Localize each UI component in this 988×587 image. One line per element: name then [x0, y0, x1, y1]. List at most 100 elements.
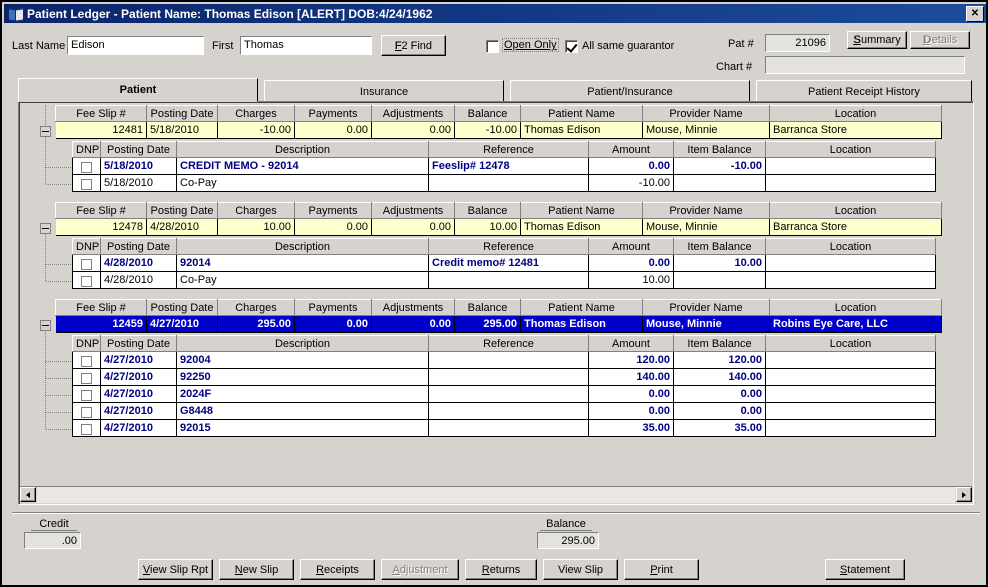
detail-column-header[interactable]: Posting Date	[100, 141, 177, 158]
detail-row[interactable]: 4/27/2010 92004 120.00 120.00	[72, 351, 936, 369]
detail-column-header[interactable]: Reference	[428, 335, 589, 352]
dnp-checkbox[interactable]	[81, 178, 92, 190]
master-column-header[interactable]: Charges	[217, 105, 295, 122]
master-cell-posting-date: 4/28/2010	[146, 218, 218, 236]
master-column-header[interactable]: Posting Date	[146, 299, 218, 316]
master-column-header[interactable]: Charges	[217, 299, 295, 316]
view-slip-button[interactable]: View Slip	[543, 559, 618, 580]
master-column-header[interactable]: Patient Name	[520, 202, 643, 219]
detail-column-header[interactable]: Posting Date	[100, 238, 177, 255]
dnp-checkbox[interactable]	[81, 406, 92, 418]
master-column-header[interactable]: Location	[769, 105, 942, 122]
master-column-header[interactable]: Adjustments	[371, 299, 455, 316]
summary-button[interactable]: S Summary	[847, 31, 907, 49]
dnp-checkbox[interactable]	[81, 355, 92, 367]
detail-column-header[interactable]: Description	[176, 141, 429, 158]
returns-button[interactable]: Returns	[465, 559, 537, 580]
tab-patient-receipt-history[interactable]: Patient Receipt History	[756, 80, 972, 102]
scroll-left-icon[interactable]	[20, 487, 36, 502]
statement-button[interactable]: Statement	[825, 559, 905, 580]
master-column-header[interactable]: Patient Name	[520, 105, 643, 122]
master-column-header[interactable]: Location	[769, 299, 942, 316]
master-column-header[interactable]: Location	[769, 202, 942, 219]
detail-column-header[interactable]: Item Balance	[673, 238, 766, 255]
receipts-button[interactable]: Receipts	[300, 559, 375, 580]
detail-column-header[interactable]: Description	[176, 238, 429, 255]
adjustment-button[interactable]: Adjustment	[381, 559, 459, 580]
detail-row[interactable]: 5/18/2010 Co-Pay -10.00	[72, 174, 936, 192]
detail-column-header[interactable]: Item Balance	[673, 335, 766, 352]
master-column-header[interactable]: Patient Name	[520, 299, 643, 316]
master-row[interactable]: 12481 5/18/2010 -10.00 0.00 0.00 -10.00 Thomas…	[55, 121, 942, 139]
detail-row[interactable]: 4/27/2010 2024F 0.00 0.00	[72, 385, 936, 403]
dnp-checkbox[interactable]	[81, 389, 92, 401]
detail-column-header[interactable]: Posting Date	[100, 335, 177, 352]
dnp-cell	[72, 419, 101, 437]
master-cell-payments: 0.00	[294, 218, 372, 236]
scroll-right-icon[interactable]	[956, 487, 972, 502]
tab-patient-insurance[interactable]: Patient/Insurance	[510, 80, 750, 102]
scrollbar-track[interactable]	[37, 487, 955, 503]
master-column-header[interactable]: Posting Date	[146, 202, 218, 219]
master-column-header[interactable]: Payments	[294, 202, 372, 219]
master-column-header[interactable]: Adjustments	[371, 202, 455, 219]
master-column-header[interactable]: Adjustments	[371, 105, 455, 122]
master-column-header[interactable]: Fee Slip #	[55, 299, 147, 316]
detail-column-header[interactable]: Amount	[588, 238, 674, 255]
all-same-guarantor-checkbox[interactable]	[565, 40, 578, 53]
detail-column-header[interactable]: DNP	[72, 141, 101, 158]
master-column-header[interactable]: Balance	[454, 299, 521, 316]
detail-column-header[interactable]: DNP	[72, 335, 101, 352]
master-column-header[interactable]: Provider Name	[642, 299, 770, 316]
detail-column-header[interactable]: Amount	[588, 141, 674, 158]
detail-column-header[interactable]: Description	[176, 335, 429, 352]
print-button[interactable]: Print	[624, 559, 699, 580]
detail-row[interactable]: 4/28/2010 92014 Credit memo# 12481 0.00 10.0…	[72, 254, 936, 272]
master-column-header[interactable]: Posting Date	[146, 105, 218, 122]
master-column-header[interactable]: Balance	[454, 202, 521, 219]
detail-column-header[interactable]: Item Balance	[673, 141, 766, 158]
detail-row[interactable]: 4/27/2010 G8448 0.00 0.00	[72, 402, 936, 420]
tab-patient[interactable]: Patient	[18, 78, 258, 102]
detail-column-header[interactable]: Location	[765, 335, 936, 352]
detail-column-header[interactable]: Location	[765, 141, 936, 158]
detail-cell-item-balance	[673, 271, 766, 289]
horizontal-scrollbar[interactable]	[20, 486, 972, 503]
master-column-header[interactable]: Payments	[294, 299, 372, 316]
chart-num-input[interactable]	[765, 56, 965, 74]
master-row[interactable]: 12478 4/28/2010 10.00 0.00 0.00 10.00 Thomas E…	[55, 218, 942, 236]
dnp-checkbox[interactable]	[81, 423, 92, 435]
detail-row[interactable]: 4/27/2010 92015 35.00 35.00	[72, 419, 936, 437]
detail-cell-posting-date: 5/18/2010	[100, 157, 177, 175]
detail-row[interactable]: 4/28/2010 Co-Pay 10.00	[72, 271, 936, 289]
f2-find-button[interactable]: F F2 Find	[381, 35, 446, 56]
close-icon[interactable]: ✕	[966, 6, 984, 22]
first-name-input[interactable]: Thomas	[240, 36, 372, 55]
detail-column-header[interactable]: Amount	[588, 335, 674, 352]
view-slip-rpt-button[interactable]: View Slip Rpt	[138, 559, 213, 580]
details-button[interactable]: D Details	[910, 31, 970, 49]
dnp-checkbox[interactable]	[81, 161, 92, 173]
detail-column-header[interactable]: Reference	[428, 238, 589, 255]
master-column-header[interactable]: Provider Name	[642, 202, 770, 219]
detail-column-header[interactable]: Reference	[428, 141, 589, 158]
master-row[interactable]: 12459 4/27/2010 295.00 0.00 0.00 295.00 Thomas…	[55, 315, 942, 333]
master-column-header[interactable]: Balance	[454, 105, 521, 122]
dnp-checkbox[interactable]	[81, 258, 92, 270]
master-column-header[interactable]: Fee Slip #	[55, 105, 147, 122]
detail-row[interactable]: 5/18/2010 CREDIT MEMO - 92014 Feeslip# 124…	[72, 157, 936, 175]
detail-row[interactable]: 4/27/2010 92250 140.00 140.00	[72, 368, 936, 386]
master-column-header[interactable]: Charges	[217, 202, 295, 219]
dnp-checkbox[interactable]	[81, 275, 92, 287]
last-name-input[interactable]: Edison	[67, 36, 204, 55]
detail-column-header[interactable]: Location	[765, 238, 936, 255]
open-only-checkbox[interactable]	[486, 40, 499, 53]
master-column-header[interactable]: Fee Slip #	[55, 202, 147, 219]
dnp-checkbox[interactable]	[81, 372, 92, 384]
master-column-header[interactable]: Payments	[294, 105, 372, 122]
detail-cell-location	[765, 368, 936, 386]
master-column-header[interactable]: Provider Name	[642, 105, 770, 122]
detail-column-header[interactable]: DNP	[72, 238, 101, 255]
new-slip-button[interactable]: New Slip	[219, 559, 294, 580]
tab-insurance[interactable]: Insurance	[264, 80, 504, 102]
